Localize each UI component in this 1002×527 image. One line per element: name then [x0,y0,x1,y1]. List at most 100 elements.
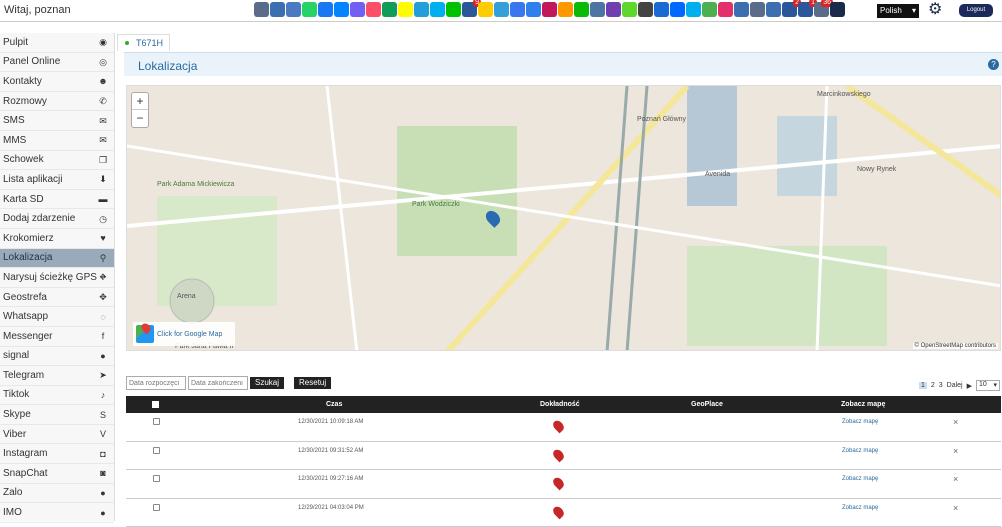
help-icon[interactable]: ? [988,59,999,70]
sidebar-item[interactable]: Lokalizacja⚲ [0,249,114,269]
sidebar-item-label: Viber [3,429,26,440]
sidebar-item[interactable]: Geostrefa✥ [0,288,114,308]
sidebar-item[interactable]: Krokomierz♥ [0,229,114,249]
delete-icon[interactable]: × [953,446,958,456]
next-page-link[interactable]: Dalej [947,382,963,389]
yahoo-icon[interactable] [478,2,493,17]
end-date-input[interactable] [188,376,248,390]
sidebar-item[interactable]: Pulpit◉ [0,33,114,53]
tinder-icon[interactable] [366,2,381,17]
contacts-icon[interactable] [270,2,285,17]
sidebar-item-label: Geostrefa [3,292,47,303]
tab-device[interactable]: T671H [117,34,170,51]
sidebar-item[interactable]: Zalo● [0,484,114,504]
sidebar-item[interactable]: SkypeS [0,405,114,425]
signal-icon[interactable] [510,2,525,17]
search-button[interactable]: Szukaj [250,377,284,389]
sidebar-item[interactable]: Karta SD▬ [0,190,114,210]
column-header-accuracy[interactable]: Dokładność [540,401,580,408]
sidebar-item[interactable]: SMS✉ [0,111,114,131]
google-map-link[interactable]: Click for Google Map [133,322,235,346]
messenger-icon[interactable] [334,2,349,17]
skype-icon[interactable] [430,2,445,17]
sidebar-item[interactable]: Dodaj zdarzenie◷ [0,209,114,229]
row-checkbox[interactable] [153,447,160,454]
play-icon[interactable]: ▶ [967,382,972,390]
sidebar-item[interactable]: IMO● [0,503,114,523]
kik-icon[interactable] [622,2,637,17]
zoom-out-button[interactable]: − [132,110,148,127]
column-header-geoplace[interactable]: GeoPlace [691,401,723,408]
folder-icon[interactable] [734,2,749,17]
start-date-input[interactable] [126,376,186,390]
page-link[interactable]: 2 [931,382,935,389]
bip-icon[interactable] [494,2,509,17]
zoom-in-button[interactable]: + [132,93,148,110]
sidebar-item[interactable]: SnapChat◙ [0,464,114,484]
delete-icon[interactable]: × [953,503,958,513]
page-link[interactable]: 3 [939,382,943,389]
map-view[interactable]: Park Wodziczki Park Adama Mickiewicza Po… [126,85,1001,351]
camera-icon[interactable] [638,2,653,17]
sidebar-item[interactable]: Rozmowy✆ [0,92,114,112]
view-map-link[interactable]: Zobacz mapę [842,448,878,454]
sidebar-item[interactable]: ViberV [0,425,114,445]
view-map-link[interactable]: Zobacz mapę [842,476,878,482]
viber-icon[interactable] [350,2,365,17]
row-checkbox[interactable] [153,475,160,482]
select-all-checkbox[interactable] [152,401,159,408]
reset-button[interactable]: Resetuj [294,377,331,389]
globe-icon[interactable]: 2 [782,2,797,17]
snapchat-icon[interactable] [398,2,413,17]
list-icon[interactable] [766,2,781,17]
badoo-icon[interactable] [606,2,621,17]
per-page-select[interactable]: 10 [976,380,1000,391]
sidebar-item[interactable]: Telegram➤ [0,366,114,386]
vk-icon[interactable] [590,2,605,17]
line-icon[interactable] [446,2,461,17]
sms-icon[interactable] [286,2,301,17]
view-map-link[interactable]: Zobacz mapę [842,419,878,425]
sidebar-item[interactable]: Instagram◘ [0,444,114,464]
hike-icon[interactable] [654,2,669,17]
imo-icon[interactable] [526,2,541,17]
sidebar-item[interactable]: Kontakty☻ [0,72,114,92]
skype-alt-icon[interactable] [686,2,701,17]
delete-icon[interactable]: × [953,417,958,427]
row-checkbox[interactable] [153,418,160,425]
chat-icon[interactable] [702,2,717,17]
call-icon[interactable] [254,2,269,17]
sidebar-item[interactable]: Whatsapp◌ [0,307,114,327]
download-icon[interactable] [830,2,845,17]
document-icon[interactable] [750,2,765,17]
delete-icon[interactable]: × [953,474,958,484]
hangouts-icon[interactable] [382,2,397,17]
view-map-link[interactable]: Zobacz mapę [842,505,878,511]
sidebar-item[interactable]: Lista aplikacji⬇ [0,170,114,190]
telegram-icon[interactable] [414,2,429,17]
facebook-icon[interactable] [318,2,333,17]
sidebar-item[interactable]: Messengerf [0,327,114,347]
video-icon[interactable] [542,2,557,17]
column-header-time[interactable]: Czas [326,401,342,408]
sidebar-item[interactable]: Panel Online◎ [0,53,114,73]
logout-button[interactable]: Logout [959,4,993,17]
sidebar-item[interactable]: Tiktok♪ [0,386,114,406]
sidebar-item[interactable]: Narysuj ścieżkę GPS⛖ [0,268,114,288]
railway [607,86,627,351]
wechat-icon[interactable] [574,2,589,17]
sun-icon[interactable] [558,2,573,17]
page-link[interactable]: 1 [919,382,927,389]
mail-icon[interactable]: 9 [462,2,477,17]
zalo-icon[interactable] [670,2,685,17]
calendar-icon[interactable]: 36 [814,2,829,17]
sidebar-item[interactable]: signal● [0,347,114,367]
sidebar-item[interactable]: MMS✉ [0,131,114,151]
gear-icon[interactable]: ⚙ [928,2,942,18]
email-icon[interactable]: 1 [798,2,813,17]
row-checkbox[interactable] [153,504,160,511]
instagram-icon[interactable] [718,2,733,17]
language-select[interactable]: Polish [877,4,919,18]
sidebar-item[interactable]: Schowek❐ [0,151,114,171]
whatsapp-icon[interactable] [302,2,317,17]
